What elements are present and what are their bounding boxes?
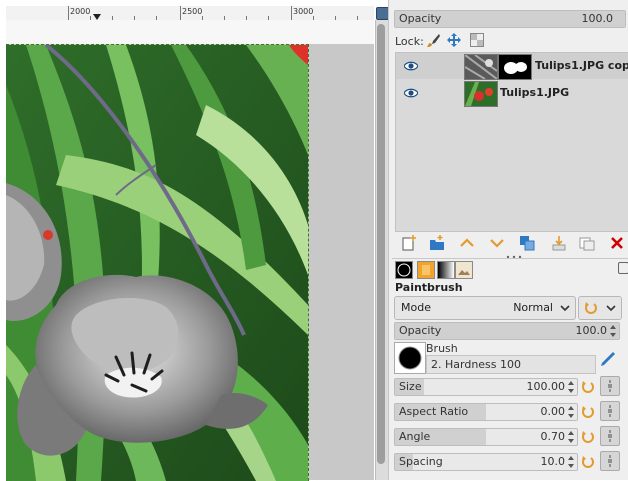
- ruler-label: 2500: [182, 7, 203, 16]
- spacing-value: 10.0: [540, 455, 566, 468]
- pattern-icon: [418, 262, 434, 278]
- edit-brush-pencil-icon[interactable]: [598, 350, 616, 368]
- angle-label: Angle: [399, 430, 431, 443]
- duplicate-layer-icon[interactable]: [519, 235, 535, 251]
- tool-opacity-label: Opacity: [399, 324, 442, 337]
- new-layer-group-icon[interactable]: [429, 235, 445, 251]
- ruler-label: 3000: [293, 7, 314, 16]
- ruler-label: 2000: [70, 7, 91, 16]
- layer-visibility-eye-icon[interactable]: [404, 87, 418, 99]
- size-value: 100.00: [526, 380, 566, 393]
- color-thumbnail-icon: [465, 82, 497, 106]
- tab-tool-options[interactable]: [395, 261, 413, 279]
- image-canvas[interactable]: [6, 44, 309, 481]
- mode-dropdown[interactable]: Mode Normal: [394, 296, 576, 320]
- reset-spacing-icon[interactable]: [581, 455, 595, 469]
- horizontal-ruler[interactable]: 2000 2500 3000: [6, 6, 374, 21]
- lock-alpha-checker-icon[interactable]: [470, 33, 484, 47]
- spinner-arrows-icon[interactable]: [568, 431, 575, 443]
- lock-pixels-brush-icon[interactable]: [427, 33, 441, 47]
- brush-preview-button[interactable]: [394, 342, 426, 374]
- aspect-ratio-value: 0.00: [540, 405, 566, 418]
- new-layer-icon[interactable]: [401, 235, 417, 251]
- merge-layer-down-icon[interactable]: [551, 235, 567, 251]
- brush-name-field[interactable]: 2. Hardness 100: [426, 355, 596, 374]
- mode-label: Mode: [401, 301, 431, 314]
- layer-thumbnail: [464, 81, 498, 107]
- angle-link-button[interactable]: [600, 426, 620, 446]
- chain-icon: [608, 455, 612, 467]
- mode-value: Normal: [513, 301, 553, 314]
- layer-mask-thumbnail: [498, 54, 532, 80]
- angle-spinner[interactable]: Angle 0.70: [394, 428, 578, 446]
- reset-arrow-icon: [585, 302, 597, 314]
- tab-images[interactable]: [455, 261, 473, 279]
- spacing-label: Spacing: [399, 455, 443, 468]
- size-link-button[interactable]: [600, 376, 620, 396]
- size-spinner[interactable]: Size 100.00: [394, 378, 578, 396]
- aspect-ratio-link-button[interactable]: [600, 401, 620, 421]
- lock-position-move-icon[interactable]: [447, 33, 461, 47]
- mask-thumbnail-icon: [499, 55, 531, 79]
- spacing-spinner[interactable]: Spacing 10.0: [394, 453, 578, 471]
- layer-opacity-label: Opacity: [399, 12, 442, 25]
- tool-options-title: Paintbrush: [395, 281, 463, 294]
- size-label: Size: [399, 380, 422, 393]
- lower-layer-icon[interactable]: [489, 235, 505, 251]
- chevron-down-icon: [560, 305, 570, 312]
- grayscale-thumbnail-icon: [465, 55, 497, 79]
- tulip-photo: [6, 45, 308, 481]
- raise-layer-icon[interactable]: [459, 235, 475, 251]
- reset-size-icon[interactable]: [581, 380, 595, 394]
- brush-name: 2. Hardness 100: [431, 358, 522, 371]
- layer-name[interactable]: Tulips1.JPG copy: [535, 59, 628, 72]
- chain-icon: [608, 430, 612, 442]
- spinner-arrows-icon[interactable]: [568, 406, 575, 418]
- brush-circle-icon: [397, 263, 411, 277]
- chevron-down-icon: [606, 305, 616, 312]
- layers-list[interactable]: Tulips1.JPG copy Tulips1.JPG: [395, 52, 628, 232]
- spinner-arrows-icon[interactable]: [610, 325, 617, 337]
- tool-options-tabs: [392, 258, 628, 281]
- vertical-scrollbar-thumb[interactable]: [377, 24, 385, 464]
- layer-opacity-spinner[interactable]: Opacity 100.0: [394, 10, 626, 28]
- spacing-link-button[interactable]: [600, 451, 620, 471]
- brush-label: Brush: [426, 342, 458, 355]
- reset-angle-icon[interactable]: [581, 430, 595, 444]
- tool-opacity-spinner[interactable]: Opacity 100.0: [394, 322, 620, 340]
- layers-toolbar: [395, 233, 627, 255]
- aspect-ratio-label: Aspect Ratio: [399, 405, 469, 418]
- canvas-empty-area: [6, 20, 374, 44]
- layer-thumbnail: [464, 54, 498, 80]
- layer-row-tulips[interactable]: Tulips1.JPG: [396, 80, 628, 107]
- ruler-tick: [180, 6, 181, 20]
- reset-aspect-ratio-icon[interactable]: [581, 405, 595, 419]
- lock-label: Lock:: [395, 35, 424, 48]
- mode-reset-dropdown[interactable]: [578, 296, 622, 320]
- aspect-ratio-spinner[interactable]: Aspect Ratio 0.00: [394, 403, 578, 421]
- layer-visibility-eye-icon[interactable]: [404, 60, 418, 72]
- layer-name[interactable]: Tulips1.JPG: [500, 86, 569, 99]
- ruler-tick: [68, 6, 69, 20]
- spinner-arrows-icon[interactable]: [568, 456, 575, 468]
- layer-opacity-value: 100.0: [581, 12, 614, 25]
- layer-row-tulips-copy[interactable]: Tulips1.JPG copy: [396, 53, 628, 80]
- gradient-icon: [438, 262, 454, 278]
- ruler-tick: [291, 6, 292, 20]
- tab-patterns[interactable]: [417, 261, 435, 279]
- tool-opacity-value: 100.0: [575, 324, 608, 337]
- panel-menu-button[interactable]: [618, 262, 628, 274]
- angle-value: 0.70: [540, 430, 566, 443]
- add-layer-mask-icon[interactable]: [579, 235, 595, 251]
- tab-gradients[interactable]: [437, 261, 455, 279]
- brush-hardness-icon: [398, 346, 422, 370]
- chain-icon: [608, 380, 612, 392]
- chain-icon: [608, 405, 612, 417]
- image-icon: [456, 262, 472, 278]
- spinner-arrows-icon[interactable]: [568, 381, 575, 393]
- delete-layer-icon[interactable]: [609, 235, 625, 251]
